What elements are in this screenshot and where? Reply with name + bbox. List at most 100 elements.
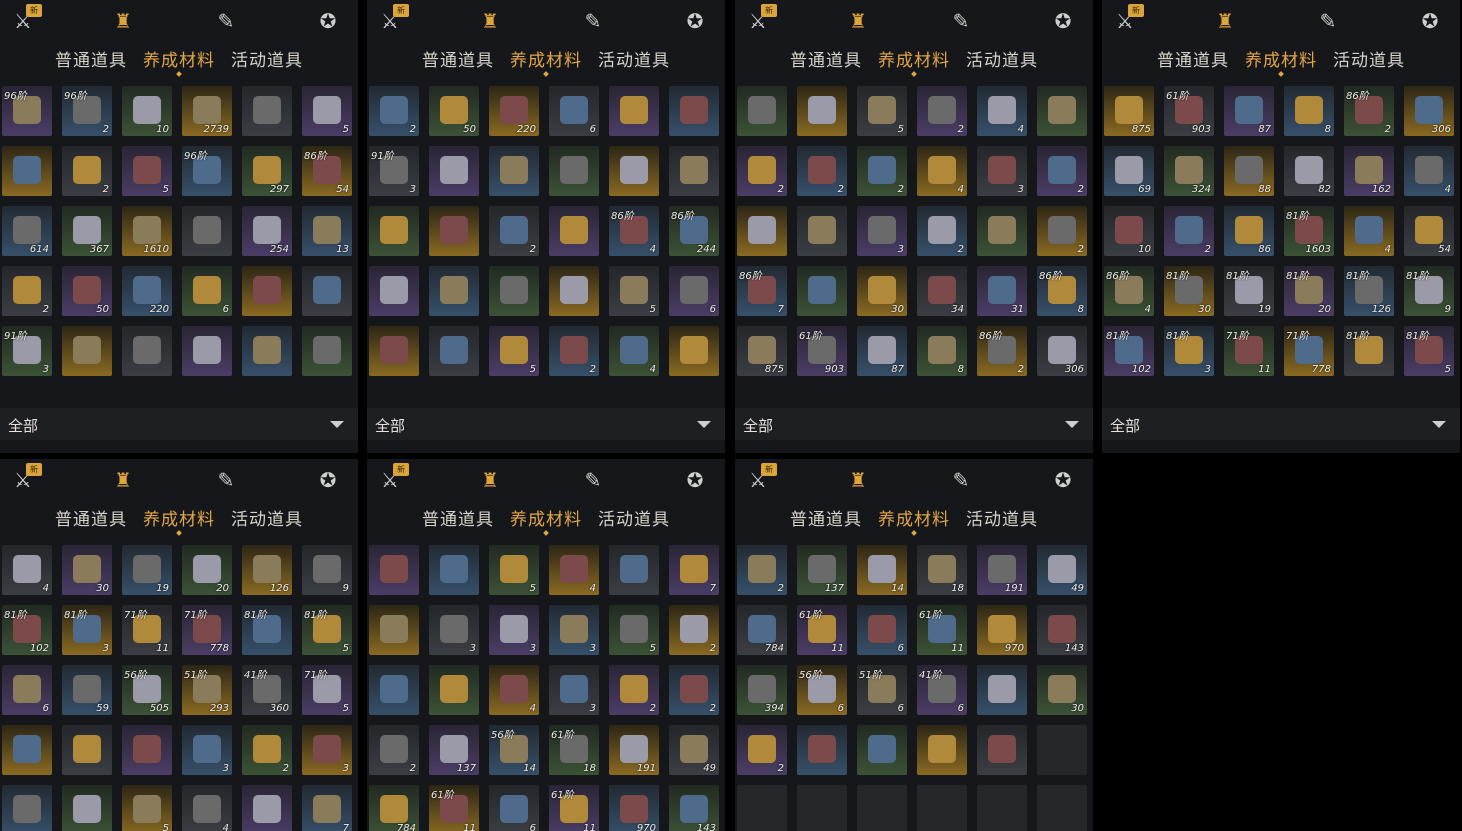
item-slot[interactable]	[977, 725, 1027, 775]
item-slot[interactable]: 1610	[122, 206, 172, 256]
item-slot[interactable]: 86阶 244	[669, 206, 719, 256]
item-slot[interactable]: 2	[242, 725, 292, 775]
item-slot[interactable]: 4	[182, 785, 232, 831]
item-slot[interactable]: 3	[977, 146, 1027, 196]
item-slot[interactable]: 2	[737, 545, 787, 595]
item-slot[interactable]: 875	[737, 326, 787, 376]
tab-normal-items[interactable]: 普通道具	[790, 46, 862, 71]
item-slot[interactable]	[369, 665, 419, 715]
item-slot[interactable]: 8	[917, 326, 967, 376]
item-slot[interactable]: 4	[2, 545, 52, 595]
item-slot[interactable]: 14	[857, 545, 907, 595]
tab-materials[interactable]: 养成材料	[1245, 46, 1317, 71]
item-slot[interactable]: 30	[62, 545, 112, 595]
item-slot[interactable]: 220	[122, 266, 172, 316]
item-slot[interactable]	[242, 86, 292, 136]
item-slot[interactable]	[62, 785, 112, 831]
item-slot[interactable]: 81阶	[1344, 326, 1394, 376]
item-slot[interactable]: 4	[917, 146, 967, 196]
item-slot[interactable]: 56阶 6	[797, 665, 847, 715]
bag-icon[interactable]: ♜	[110, 8, 136, 34]
tab-materials[interactable]: 养成材料	[510, 46, 582, 71]
item-slot[interactable]: 49	[669, 725, 719, 775]
item-slot[interactable]: 306	[1404, 86, 1454, 136]
item-slot[interactable]: 2	[917, 206, 967, 256]
item-slot[interactable]: 34	[917, 266, 967, 316]
item-slot[interactable]	[429, 665, 479, 715]
item-slot[interactable]	[1037, 86, 1087, 136]
item-slot[interactable]	[182, 326, 232, 376]
item-slot[interactable]	[122, 326, 172, 376]
item-slot[interactable]: 51阶 6	[857, 665, 907, 715]
item-slot[interactable]	[797, 266, 847, 316]
item-slot[interactable]: 81阶 3	[62, 605, 112, 655]
item-slot[interactable]: 324	[1164, 146, 1214, 196]
item-slot[interactable]: 86	[1224, 206, 1274, 256]
item-slot[interactable]	[489, 266, 539, 316]
item-slot[interactable]: 59	[62, 665, 112, 715]
item-slot[interactable]	[609, 86, 659, 136]
item-slot[interactable]: 3	[549, 665, 599, 715]
bag-icon[interactable]: ♜	[1212, 8, 1238, 34]
filter-dropdown[interactable]: 全部	[367, 408, 725, 440]
item-slot[interactable]	[669, 326, 719, 376]
item-slot[interactable]: 50	[62, 266, 112, 316]
item-slot[interactable]: 13	[302, 206, 352, 256]
tab-materials[interactable]: 养成材料	[878, 46, 950, 71]
bag-icon[interactable]: ♜	[110, 467, 136, 493]
scroll-icon[interactable]: ✎	[948, 8, 974, 34]
item-slot[interactable]: 30	[857, 266, 907, 316]
item-slot[interactable]: 126	[242, 545, 292, 595]
item-slot[interactable]: 5	[857, 86, 907, 136]
item-slot[interactable]: 3	[489, 605, 539, 655]
item-slot[interactable]: 3	[429, 605, 479, 655]
item-slot[interactable]: 30	[1037, 665, 1087, 715]
item-slot[interactable]: 5	[122, 785, 172, 831]
item-slot[interactable]: 2	[2, 266, 52, 316]
item-slot[interactable]: 2	[609, 665, 659, 715]
item-slot[interactable]	[737, 206, 787, 256]
item-slot[interactable]: 81阶 1603	[1284, 206, 1334, 256]
item-slot[interactable]: 9	[302, 545, 352, 595]
item-slot[interactable]: 4	[977, 86, 1027, 136]
item-slot[interactable]: 50	[429, 86, 479, 136]
item-slot[interactable]: 6	[669, 266, 719, 316]
item-slot[interactable]	[429, 326, 479, 376]
item-slot[interactable]: 41阶 6	[917, 665, 967, 715]
item-slot[interactable]	[369, 326, 419, 376]
item-slot[interactable]: 137	[797, 545, 847, 595]
filter-dropdown[interactable]: 全部	[0, 408, 358, 440]
item-slot[interactable]: 191	[977, 545, 1027, 595]
item-slot[interactable]: 2	[489, 206, 539, 256]
item-slot[interactable]	[369, 206, 419, 256]
item-slot[interactable]: 306	[1037, 326, 1087, 376]
item-slot[interactable]: 3	[182, 725, 232, 775]
item-slot[interactable]: 143	[1037, 605, 1087, 655]
item-slot[interactable]	[62, 326, 112, 376]
badge-icon[interactable]: ✪	[682, 467, 708, 493]
item-slot[interactable]: 7	[669, 545, 719, 595]
item-slot[interactable]: 2	[1037, 206, 1087, 256]
tab-normal-items[interactable]: 普通道具	[422, 46, 494, 71]
item-slot[interactable]	[242, 785, 292, 831]
item-slot[interactable]: 4	[489, 665, 539, 715]
item-slot[interactable]	[429, 206, 479, 256]
tab-materials[interactable]: 养成材料	[878, 505, 950, 530]
item-slot[interactable]: 4	[609, 326, 659, 376]
item-slot[interactable]: 191	[609, 725, 659, 775]
tab-materials[interactable]: 养成材料	[143, 505, 215, 530]
badge-icon[interactable]: ✪	[1417, 8, 1443, 34]
item-slot[interactable]	[489, 146, 539, 196]
item-slot[interactable]: 86阶 7	[737, 266, 787, 316]
tab-normal-items[interactable]: 普通道具	[55, 46, 127, 71]
item-slot[interactable]: 10	[122, 86, 172, 136]
item-slot[interactable]: 7	[302, 785, 352, 831]
item-slot[interactable]: 41阶 360	[242, 665, 292, 715]
item-slot[interactable]: 3	[857, 206, 907, 256]
item-slot[interactable]: 2	[737, 146, 787, 196]
item-slot[interactable]: 61阶 18	[549, 725, 599, 775]
item-slot[interactable]	[2, 725, 52, 775]
item-slot[interactable]: 18	[917, 545, 967, 595]
tab-event-items[interactable]: 活动道具	[966, 46, 1038, 71]
badge-icon[interactable]: ✪	[315, 8, 341, 34]
